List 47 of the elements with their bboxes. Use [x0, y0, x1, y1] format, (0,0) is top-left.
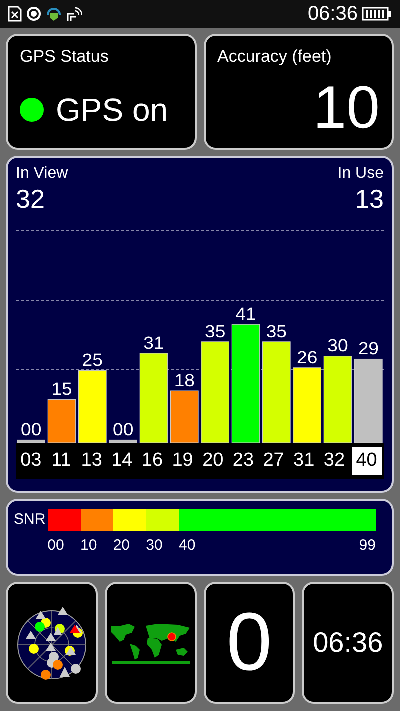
in-use-label: In Use	[338, 164, 384, 184]
satellite-id[interactable]: 11	[46, 446, 77, 476]
in-use-count: 13	[355, 186, 384, 212]
card-title: GPS Status	[20, 46, 110, 68]
clock: 06:36	[308, 2, 358, 27]
bar-value: 00	[113, 420, 134, 440]
snr-tick-label: 10	[80, 537, 98, 554]
satellite-id[interactable]: 20	[198, 446, 228, 476]
satellite-id[interactable]: 16	[137, 446, 168, 476]
signal-icon	[66, 6, 82, 22]
snr-tick-label: 20	[113, 537, 130, 554]
snr-tick-label: 99	[359, 536, 376, 556]
bar-value: 31	[144, 333, 164, 353]
bar-value: 30	[328, 336, 348, 356]
snr-tick-label: 40	[178, 536, 196, 556]
snr-label: SNR	[14, 510, 46, 530]
in-view-count: 32	[16, 186, 46, 212]
bar-value: 18	[174, 370, 195, 390]
bar-value: 00	[21, 420, 42, 440]
bar-value: 29	[358, 339, 379, 359]
sd-card-icon	[8, 6, 22, 22]
bar-value: 26	[297, 348, 318, 368]
counter-value: 0	[226, 602, 272, 684]
satellite-id[interactable]: 40	[352, 446, 382, 476]
clock-value: 06:36	[313, 626, 384, 660]
satellite-id[interactable]: 13	[76, 446, 107, 476]
bar-value: 41	[236, 304, 256, 324]
bar-value: 15	[52, 380, 72, 399]
location-icon	[26, 6, 42, 22]
in-view-label: In View	[16, 164, 68, 184]
snr-tick-label: 30	[146, 537, 163, 554]
satellite-id[interactable]: 27	[258, 446, 289, 476]
satellite-id[interactable]: 32	[319, 446, 350, 476]
satellite-id[interactable]: 19	[168, 446, 198, 476]
battery-icon	[362, 7, 392, 21]
satellite-id[interactable]: 14	[106, 446, 138, 476]
accuracy-value: 10	[313, 78, 380, 138]
bar-value: 25	[82, 350, 103, 370]
satellite-id[interactable]: 31	[288, 446, 320, 476]
bar-value: 35	[266, 322, 287, 342]
satellite-id[interactable]: 03	[16, 446, 46, 476]
bar-value: 35	[205, 322, 226, 342]
snr-tick-label: 00	[48, 537, 64, 554]
satellite-id[interactable]: 23	[228, 446, 259, 476]
headset-icon	[46, 6, 62, 22]
status-text: GPS on	[56, 90, 168, 130]
card-title: Accuracy (feet)	[218, 46, 333, 68]
